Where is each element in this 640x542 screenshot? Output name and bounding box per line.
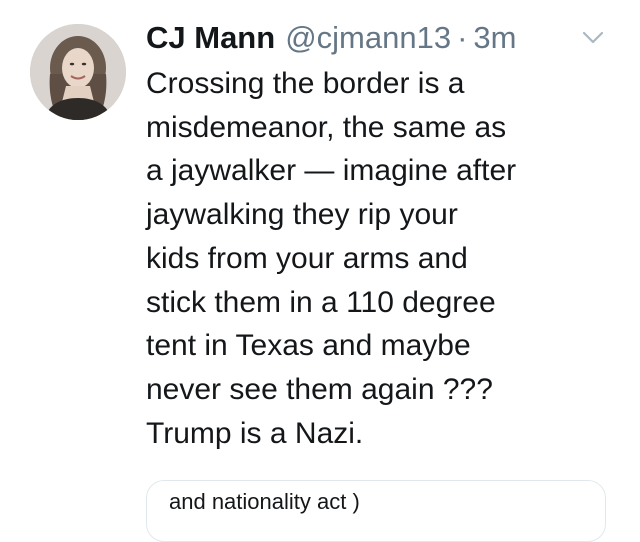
tweet-text: Crossing the border is a misdemeanor, th… [146,62,616,455]
tweet-text-line: a jaywalker — imagine after [146,154,517,188]
tweet-header: CJ Mann @cjmann13 · 3m [146,20,516,60]
tweet-text-line: stick them in a 110 degree [146,285,496,319]
user-handle[interactable]: @cjmann13 [285,20,451,56]
quoted-tweet-card[interactable]: and nationality act ) [146,480,606,542]
tweet-text-line: jaywalking they rip your [146,198,458,232]
user-avatar-icon [30,24,126,120]
separator-dot: · [457,20,468,55]
tweet-text-line: never see them again ??? [146,372,493,406]
avatar[interactable] [30,24,126,120]
quoted-card-text: and nationality act ) [169,489,360,514]
tweet[interactable]: CJ Mann @cjmann13 · 3m Crossing the bord… [0,0,640,542]
tweet-text-line: kids from your arms and [146,241,468,275]
tweet-text-line: Crossing the border is a [146,67,465,100]
tweet-text-line: tent in Texas and maybe [146,329,471,363]
tweet-text-line: Trump is a Nazi. [146,416,364,450]
tweet-text-line: misdemeanor, the same as [146,110,507,144]
display-name[interactable]: CJ Mann [146,20,275,56]
chevron-down-icon[interactable] [580,28,606,48]
timestamp[interactable]: 3m [473,20,516,56]
